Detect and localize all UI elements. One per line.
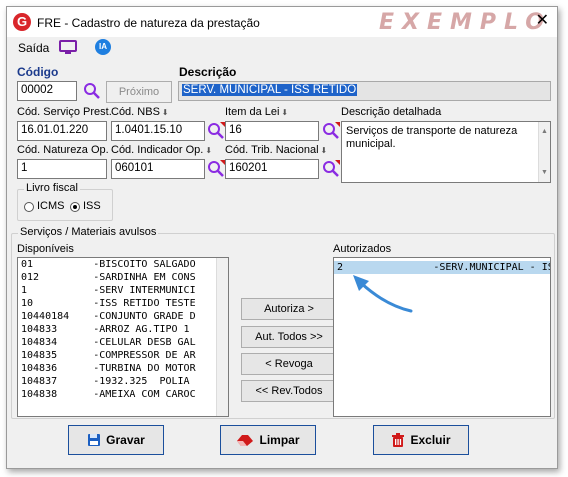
cod-indicador-op-search-icon[interactable] [207, 160, 225, 178]
proximo-button[interactable]: Próximo [106, 81, 172, 103]
cod-nbs-label: Cód. NBS ⬇ [111, 106, 169, 118]
servicos-group-label: Serviços / Materiais avulsos [18, 226, 159, 238]
iss-label: ISS [83, 200, 101, 212]
iss-radio[interactable] [70, 202, 80, 212]
disponiveis-scrollbar[interactable] [216, 258, 228, 416]
excluir-label: Excluir [410, 433, 451, 447]
disponiveis-list-item[interactable]: 01 -BISCOITO SALGADO [18, 258, 228, 271]
disponiveis-list[interactable]: 01 -BISCOITO SALGADO 012 -SARDINHA EM CON… [17, 257, 229, 417]
revoga-button[interactable]: < Revoga [241, 353, 337, 375]
cod-natureza-op-label: Cód. Natureza Op. [17, 144, 109, 156]
descricao-detalhada-value: Serviços de transporte de natureza munic… [346, 125, 518, 150]
disponiveis-list-item[interactable]: 104837 -1932.325 POLIA [18, 375, 228, 388]
pointer-arrow-icon [353, 275, 413, 313]
menu-saida[interactable]: Saída [18, 41, 49, 55]
disponiveis-list-item[interactable]: 012 -SARDINHA EM CONS [18, 271, 228, 284]
disponiveis-list-item[interactable]: 104835 -COMPRESSOR DE AR [18, 349, 228, 362]
rev-todos-button[interactable]: << Rev.Todos [241, 380, 337, 402]
scroll-down-icon[interactable]: ▼ [541, 166, 548, 179]
cod-trib-nacional-search-icon[interactable] [322, 160, 340, 178]
descricao-value: SERV. MUNICIPAL - ISS RETIDO [182, 84, 358, 96]
scroll-up-icon[interactable]: ▲ [541, 125, 548, 138]
item-da-lei-input[interactable]: 16 [225, 121, 319, 141]
title-bar: G FRE - Cadastro de natureza da prestaçã… [7, 7, 557, 37]
disponiveis-list-item[interactable]: 104838 -AMEIXA COM CAROC [18, 388, 228, 401]
descricao-detalhada-textarea[interactable]: Serviços de transporte de natureza munic… [341, 121, 551, 183]
descricao-detalhada-label: Descrição detalhada [341, 106, 442, 118]
gravar-button[interactable]: Gravar [68, 425, 164, 455]
trash-icon [392, 432, 405, 447]
codigo-input[interactable]: 00002 [17, 81, 77, 101]
watermark: EXEMPLO [379, 10, 552, 35]
sort-down-icon: ⬇ [320, 146, 328, 155]
item-da-lei-label: Item da Lei ⬇ [225, 106, 289, 118]
disponiveis-label: Disponíveis [17, 243, 74, 255]
icms-radio[interactable] [24, 202, 34, 212]
cod-servico-prest-label: Cód. Serviço Prest. [17, 106, 112, 118]
cod-servico-prest-input[interactable]: 16.01.01.220 [17, 121, 107, 141]
aut-todos-button[interactable]: Aut. Todos >> [241, 326, 337, 348]
disponiveis-list-item[interactable]: 10440184 -CONJUNTO GRADE D [18, 310, 228, 323]
app-logo-icon: G [13, 13, 31, 31]
sort-down-icon: ⬇ [281, 108, 289, 117]
eraser-icon [237, 435, 254, 446]
cod-natureza-op-input[interactable]: 1 [17, 159, 107, 179]
disponiveis-list-item[interactable]: 10 -ISS RETIDO TESTE [18, 297, 228, 310]
disponiveis-list-item[interactable]: 104836 -TURBINA DO MOTOR [18, 362, 228, 375]
autoriza-button[interactable]: Autoriza > [241, 298, 337, 320]
save-icon [88, 434, 101, 446]
autorizados-label: Autorizados [333, 243, 392, 255]
item-da-lei-search-icon[interactable] [322, 122, 340, 140]
descricao-input[interactable]: SERV. MUNICIPAL - ISS RETIDO [178, 81, 551, 101]
disponiveis-list-item[interactable]: 104834 -CELULAR DESB GAL [18, 336, 228, 349]
sort-down-icon: ⬇ [161, 108, 169, 117]
descricao-detalhada-scrollbar[interactable]: ▲ ▼ [538, 122, 550, 182]
cod-trib-nacional-input[interactable]: 160201 [225, 159, 319, 179]
disponiveis-list-item[interactable]: 1 -SERV INTERMUNICI [18, 284, 228, 297]
limpar-label: Limpar [259, 433, 300, 447]
sort-down-icon: ⬇ [205, 146, 213, 155]
limpar-button[interactable]: Limpar [220, 425, 316, 455]
cod-nbs-input[interactable]: 1.0401.15.10 [111, 121, 205, 141]
icms-label: ICMS [37, 200, 65, 212]
disponiveis-list-item[interactable]: 104833 -ARROZ AG.TIPO 1 [18, 323, 228, 336]
excluir-button[interactable]: Excluir [373, 425, 469, 455]
livro-fiscal-group: Livro fiscal ICMS ISS [17, 182, 113, 221]
window-title: FRE - Cadastro de natureza da prestação [37, 16, 260, 30]
cod-trib-nacional-label: Cód. Trib. Nacional ⬇ [225, 144, 328, 156]
cod-indicador-op-label: Cód. Indicador Op. ⬇ [111, 144, 213, 156]
cod-indicador-op-input[interactable]: 060101 [111, 159, 205, 179]
livro-fiscal-label: Livro fiscal [24, 182, 80, 194]
codigo-label: Código [17, 65, 59, 79]
close-button[interactable]: ✕ [536, 13, 549, 29]
monitor-icon[interactable] [59, 40, 77, 56]
cod-nbs-search-icon[interactable] [207, 122, 225, 140]
codigo-search-icon[interactable] [83, 82, 101, 100]
descricao-label: Descrição [179, 65, 237, 79]
ia-assistant-icon[interactable]: IA [95, 39, 111, 55]
main-window: G FRE - Cadastro de natureza da prestaçã… [6, 6, 558, 469]
gravar-label: Gravar [106, 433, 145, 447]
